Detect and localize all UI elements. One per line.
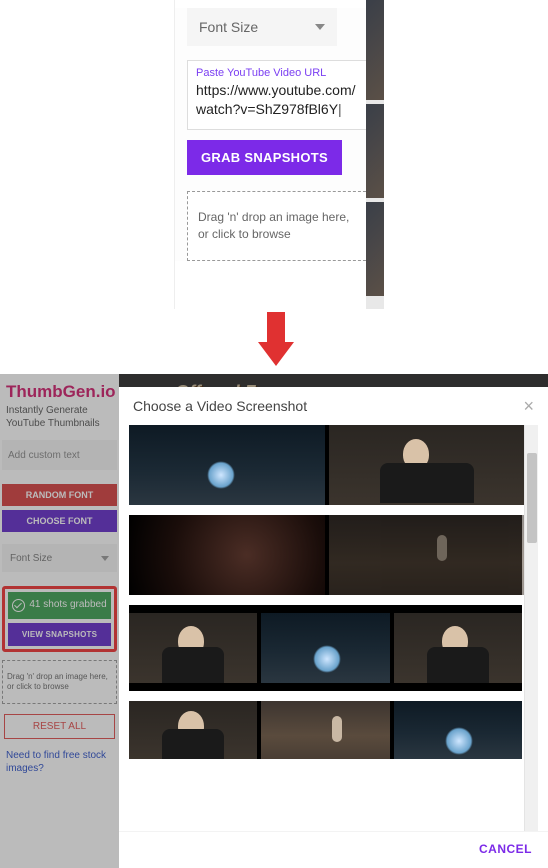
tutorial-highlight: 41 shots grabbed VIEW SNAPSHOTS: [2, 586, 117, 652]
image-dropzone[interactable]: Drag 'n' drop an image here, or click to…: [187, 191, 371, 261]
snapshot-thumbnail[interactable]: [261, 613, 389, 683]
custom-text-input[interactable]: Add custom text: [2, 440, 117, 470]
app-sidebar: ThumbGen.io Instantly Generate YouTube T…: [0, 374, 119, 868]
thumbnail-strip: [366, 0, 384, 309]
snapshot-thumbnail[interactable]: [129, 515, 325, 595]
snapshot-thumbnail[interactable]: [129, 613, 257, 683]
app-logo: ThumbGen.io: [0, 374, 119, 404]
snapshot-thumbnail[interactable]: [129, 701, 257, 759]
grab-status-badge: 41 shots grabbed: [8, 592, 111, 619]
modal-title: Choose a Video Screenshot: [133, 398, 307, 414]
check-circle-icon: [12, 599, 25, 612]
chevron-down-icon: [315, 24, 325, 30]
font-size-select[interactable]: Font Size: [187, 8, 337, 46]
image-dropzone-mini[interactable]: Drag 'n' drop an image here, or click to…: [2, 660, 117, 704]
modal-scrollbar[interactable]: [524, 425, 538, 831]
url-field-value: https://www.youtube.com/watch?v=ShZ978fB…: [196, 81, 362, 119]
result-screenshot: Offroad Furu Brick Winds ThumbGen.io Ins…: [0, 374, 548, 868]
font-size-label: Font Size: [10, 553, 52, 564]
snapshot-thumbnail[interactable]: [329, 425, 525, 505]
dropzone-text: Drag 'n' drop an image here, or click to…: [7, 672, 112, 693]
snapshot-row: [129, 605, 522, 691]
choose-font-button[interactable]: CHOOSE FONT: [2, 510, 117, 532]
font-size-select-mini[interactable]: Font Size: [2, 544, 117, 572]
random-font-button[interactable]: RANDOM FONT: [2, 484, 117, 506]
thumbnail-preview: [366, 104, 384, 198]
snapshot-row: [129, 701, 522, 759]
close-icon[interactable]: ×: [523, 397, 534, 415]
view-snapshots-button[interactable]: VIEW SNAPSHOTS: [8, 623, 111, 646]
snapshot-row: [129, 425, 522, 505]
scrollbar-thumb[interactable]: [527, 453, 537, 543]
reset-all-button[interactable]: RESET ALL: [4, 714, 115, 739]
url-field-label: Paste YouTube Video URL: [196, 67, 362, 79]
dropzone-text: Drag 'n' drop an image here, or click to…: [198, 209, 360, 243]
status-text: 41 shots grabbed: [29, 599, 106, 612]
flow-arrow-icon: [258, 312, 294, 370]
snapshot-thumbnail[interactable]: [394, 701, 522, 759]
thumbnail-preview: [366, 0, 384, 100]
snapshot-thumbnail[interactable]: [129, 425, 325, 505]
stock-images-link[interactable]: Need to find free stock images?: [0, 747, 119, 777]
snapshot-thumbnail[interactable]: [394, 613, 522, 683]
top-sidebar-panel: Font Size Paste YouTube Video URL https:…: [174, 0, 384, 309]
thumbnail-preview: [366, 202, 384, 296]
custom-text-placeholder: Add custom text: [8, 450, 80, 461]
grab-snapshots-button[interactable]: GRAB SNAPSHOTS: [187, 140, 342, 175]
chevron-down-icon: [101, 556, 109, 561]
snapshot-thumbnail[interactable]: [329, 515, 525, 595]
snapshot-thumbnail[interactable]: [261, 701, 389, 759]
cancel-button[interactable]: CANCEL: [479, 842, 532, 856]
youtube-url-input[interactable]: Paste YouTube Video URL https://www.yout…: [187, 60, 371, 130]
choose-screenshot-modal: Choose a Video Screenshot ×: [119, 387, 548, 868]
snapshot-row: [129, 515, 522, 595]
font-size-label: Font Size: [199, 19, 258, 35]
app-tagline: Instantly Generate YouTube Thumbnails: [0, 404, 119, 440]
